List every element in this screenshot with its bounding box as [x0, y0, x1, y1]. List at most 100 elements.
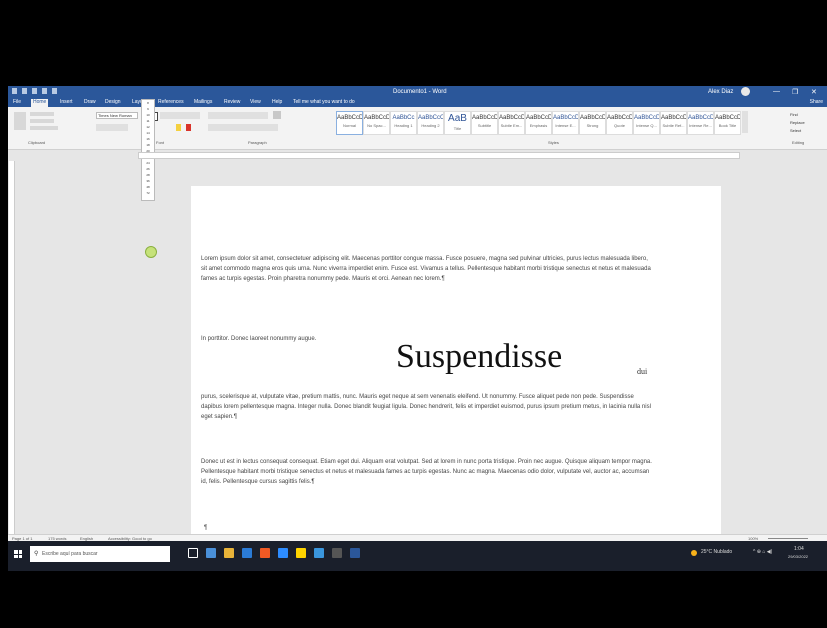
terminal-icon[interactable]	[332, 548, 342, 558]
style-sample: AaBbCcDd	[499, 115, 525, 121]
style-sample: AaB	[448, 113, 467, 124]
mail-icon[interactable]	[242, 548, 252, 558]
tab-insert[interactable]: Insert	[58, 99, 75, 105]
weather-text[interactable]: 25°C Nublado	[701, 549, 732, 555]
style-heading-2[interactable]: AaBbCcC Heading 2	[417, 111, 444, 135]
window-title: Documento1 - Word	[393, 89, 447, 95]
empty-paragraph-mark[interactable]: ¶	[204, 525, 207, 531]
style-name: Intense Re...	[689, 123, 712, 128]
paste-button[interactable]	[14, 112, 26, 130]
paragraph-2[interactable]: purus, scelerisque at, vulputate vitae, …	[201, 392, 654, 422]
font-style-buttons[interactable]	[96, 124, 128, 131]
style-sample: AaBbCcC	[418, 115, 444, 121]
restore-button[interactable]: ❐	[792, 88, 798, 96]
style-intense-reference[interactable]: AaBbCcDd Intense Re...	[687, 111, 714, 135]
alignment-buttons[interactable]	[208, 124, 278, 131]
style-strong[interactable]: AaBbCcDd Strong	[579, 111, 606, 135]
group-label-font: Font	[156, 140, 165, 145]
style-name: Heading 2	[421, 123, 440, 128]
paragraph-2-tail[interactable]: dui	[637, 367, 647, 376]
explorer-icon[interactable]	[224, 548, 234, 558]
quick-access-toolbar	[12, 88, 57, 94]
group-label-clipboard: Clipboard	[28, 140, 46, 145]
style-emphasis[interactable]: AaBbCcDd Emphasis	[525, 111, 552, 135]
style-subtle-emphasis[interactable]: AaBbCcDd Subtle Em...	[498, 111, 525, 135]
word-icon[interactable]	[350, 548, 360, 558]
style-sample: AaBbCcD	[472, 115, 498, 121]
style-sample: AaBbCcDd	[715, 115, 741, 121]
tab-draw[interactable]: Draw	[82, 99, 98, 105]
style-normal[interactable]: AaBbCcDc Normal	[336, 111, 363, 135]
paragraph-3[interactable]: Donec ut est in lectus consequat consequ…	[201, 457, 654, 487]
taskbar-search[interactable]: ⚲ Escribe aquí para buscar	[30, 546, 170, 562]
tab-view[interactable]: View	[248, 99, 263, 105]
style-name: Normal	[343, 123, 356, 128]
edge-icon[interactable]	[206, 548, 216, 558]
tab-review[interactable]: Review	[222, 99, 242, 105]
style-sample: AaBbCcDc	[364, 115, 390, 121]
style-subtle-reference[interactable]: AaBbCcDd Subtle Ref...	[660, 111, 687, 135]
style-intense-quote[interactable]: AaBbCcDd Intense Q...	[633, 111, 660, 135]
tab-mailings[interactable]: Mailings	[192, 99, 214, 105]
tell-me-search[interactable]: Tell me what you want to do	[291, 99, 357, 105]
share-button[interactable]: Share	[810, 99, 823, 105]
user-name[interactable]: Alex Diaz	[708, 89, 733, 95]
zoom-icon[interactable]	[278, 548, 288, 558]
screen: Documento1 - Word Alex Diaz — ❐ ✕ File H…	[8, 86, 827, 571]
highlight-color-button[interactable]	[176, 124, 181, 131]
system-tray-icons[interactable]: ^ ⊕ ⌂ ◀)	[753, 549, 772, 555]
enlarged-word[interactable]: Suspendisse	[396, 338, 562, 376]
find-button[interactable]: Find	[790, 112, 798, 117]
replace-button[interactable]: Replace	[790, 120, 805, 125]
store-icon[interactable]	[314, 548, 324, 558]
font-size-dropdown[interactable]: 8 9 10 11 12 14 16 18 20 22 24 26 28 36 …	[141, 99, 155, 201]
tab-help[interactable]: Help	[270, 99, 284, 105]
undo-icon[interactable]	[32, 88, 37, 94]
style-intense-emphasis[interactable]: AaBbCcDd Intense E...	[552, 111, 579, 135]
font-size-controls[interactable]	[160, 112, 200, 119]
style-title[interactable]: AaB Title	[444, 111, 471, 135]
close-button[interactable]: ✕	[811, 88, 817, 96]
customize-icon[interactable]	[52, 88, 57, 94]
redo-icon[interactable]	[42, 88, 47, 94]
vertical-ruler[interactable]	[9, 161, 15, 561]
horizontal-ruler[interactable]	[138, 152, 740, 159]
tab-design[interactable]: Design	[103, 99, 123, 105]
tab-references[interactable]: References	[156, 99, 186, 105]
cut-button[interactable]	[30, 112, 54, 116]
style-sample: AaBbCcDd	[661, 115, 687, 121]
zoom-slider[interactable]	[768, 538, 808, 539]
style-name: Emphasis	[529, 123, 548, 128]
styles-scroll[interactable]	[742, 111, 748, 133]
tab-file[interactable]: File	[11, 99, 23, 105]
select-button[interactable]: Select	[790, 128, 801, 133]
windows-start-icon[interactable]	[14, 550, 22, 558]
save-icon[interactable]	[22, 88, 27, 94]
tab-home[interactable]: Home	[31, 99, 49, 107]
format-painter-button[interactable]	[30, 126, 58, 130]
notes-icon[interactable]	[296, 548, 306, 558]
style-subtitle[interactable]: AaBbCcD Subtitle	[471, 111, 498, 135]
paragraph-1[interactable]: Lorem ipsum dolor sit amet, consectetuer…	[201, 254, 654, 284]
minimize-button[interactable]: —	[773, 88, 780, 95]
document-page[interactable]: Lorem ipsum dolor sit amet, consectetuer…	[191, 186, 721, 541]
paragraph-2-lead[interactable]: In porttitor. Donec laoreet nonummy augu…	[201, 336, 316, 342]
show-formatting-button[interactable]	[273, 111, 281, 119]
style-sample: AaBbCcDd	[688, 115, 714, 121]
autosave-icon[interactable]	[12, 88, 17, 94]
clock-date[interactable]: 29/03/2022	[788, 554, 808, 559]
task-view-icon[interactable]	[188, 548, 198, 558]
firefox-icon[interactable]	[260, 548, 270, 558]
font-name-box[interactable]: Times New Roman	[96, 112, 138, 119]
style-quote[interactable]: AaBbCcDd Quote	[606, 111, 633, 135]
style-heading-1[interactable]: AaBbCc Heading 1	[390, 111, 417, 135]
copy-button[interactable]	[30, 119, 54, 123]
style-no-spacing[interactable]: AaBbCcDc No Spac...	[363, 111, 390, 135]
avatar[interactable]	[741, 87, 750, 96]
list-buttons[interactable]	[208, 112, 268, 119]
style-sample: AaBbCc	[392, 115, 415, 121]
font-color-button[interactable]	[186, 124, 191, 131]
font-size-option[interactable]: 72	[142, 190, 154, 196]
clock-time[interactable]: 1:04	[794, 546, 804, 552]
style-book-title[interactable]: AaBbCcDd Book Title	[714, 111, 741, 135]
